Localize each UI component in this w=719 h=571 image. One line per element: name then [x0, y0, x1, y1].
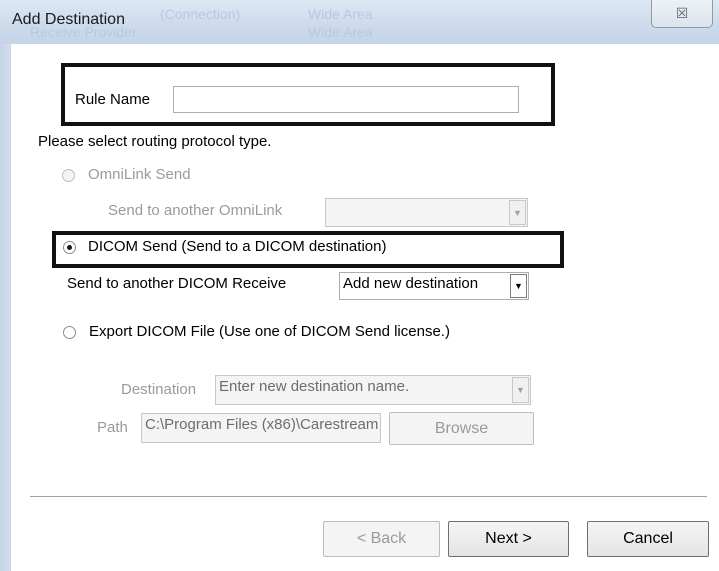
destination-value: Enter new destination name. — [219, 378, 410, 395]
export-dicom-label: Export DICOM File (Use one of DICOM Send… — [89, 323, 450, 340]
browse-label: Browse — [434, 419, 489, 437]
window-frame — [0, 44, 10, 571]
omnilink-target-dropdown[interactable]: ▼ — [325, 198, 528, 227]
window-title: Add Destination — [12, 11, 125, 28]
footer-separator — [30, 496, 707, 500]
back-label: < Back — [356, 530, 407, 547]
rule-name-input[interactable] — [173, 86, 519, 113]
omnilink-send-radio[interactable] — [62, 169, 75, 182]
chevron-down-icon: ▼ — [512, 377, 529, 403]
rule-name-label: Rule Name — [75, 91, 151, 108]
back-button[interactable]: < Back — [323, 521, 440, 557]
destination-label: Destination — [121, 381, 197, 398]
dicom-receive-dropdown[interactable]: Add new destination ▼ — [339, 272, 529, 300]
cancel-label: Cancel — [623, 530, 673, 547]
export-dicom-radio[interactable] — [63, 326, 76, 339]
path-value: C:\Program Files (x86)\Carestream — [145, 416, 378, 433]
dicom-receive-value: Add new destination — [343, 275, 479, 292]
cancel-button[interactable]: Cancel — [587, 521, 709, 557]
protocol-prompt: Please select routing protocol type. — [38, 133, 272, 150]
next-button[interactable]: Next > — [448, 521, 569, 557]
omnilink-target-label: Send to another OmniLink — [108, 202, 283, 219]
destination-dropdown[interactable]: Enter new destination name. ▼ — [215, 375, 531, 405]
dicom-send-label: DICOM Send (Send to a DICOM destination) — [88, 238, 387, 255]
dicom-receive-label: Send to another DICOM Receive — [67, 275, 287, 292]
close-button[interactable]: ☒ — [651, 0, 713, 28]
background-ghost-text: Wide Area — [308, 24, 373, 40]
dicom-send-radio[interactable] — [63, 241, 76, 254]
path-label: Path — [97, 419, 128, 436]
close-icon: ☒ — [675, 5, 689, 21]
path-input[interactable]: C:\Program Files (x86)\Carestream — [141, 413, 381, 443]
chevron-down-icon: ▼ — [509, 200, 526, 225]
background-ghost-text: (Connection) — [160, 6, 241, 22]
omnilink-send-label: OmniLink Send — [88, 166, 191, 183]
background-ghost-text: Wide Area — [308, 6, 373, 22]
next-label: Next > — [485, 530, 532, 547]
browse-button[interactable]: Browse — [389, 412, 534, 445]
chevron-down-icon: ▼ — [510, 274, 527, 298]
